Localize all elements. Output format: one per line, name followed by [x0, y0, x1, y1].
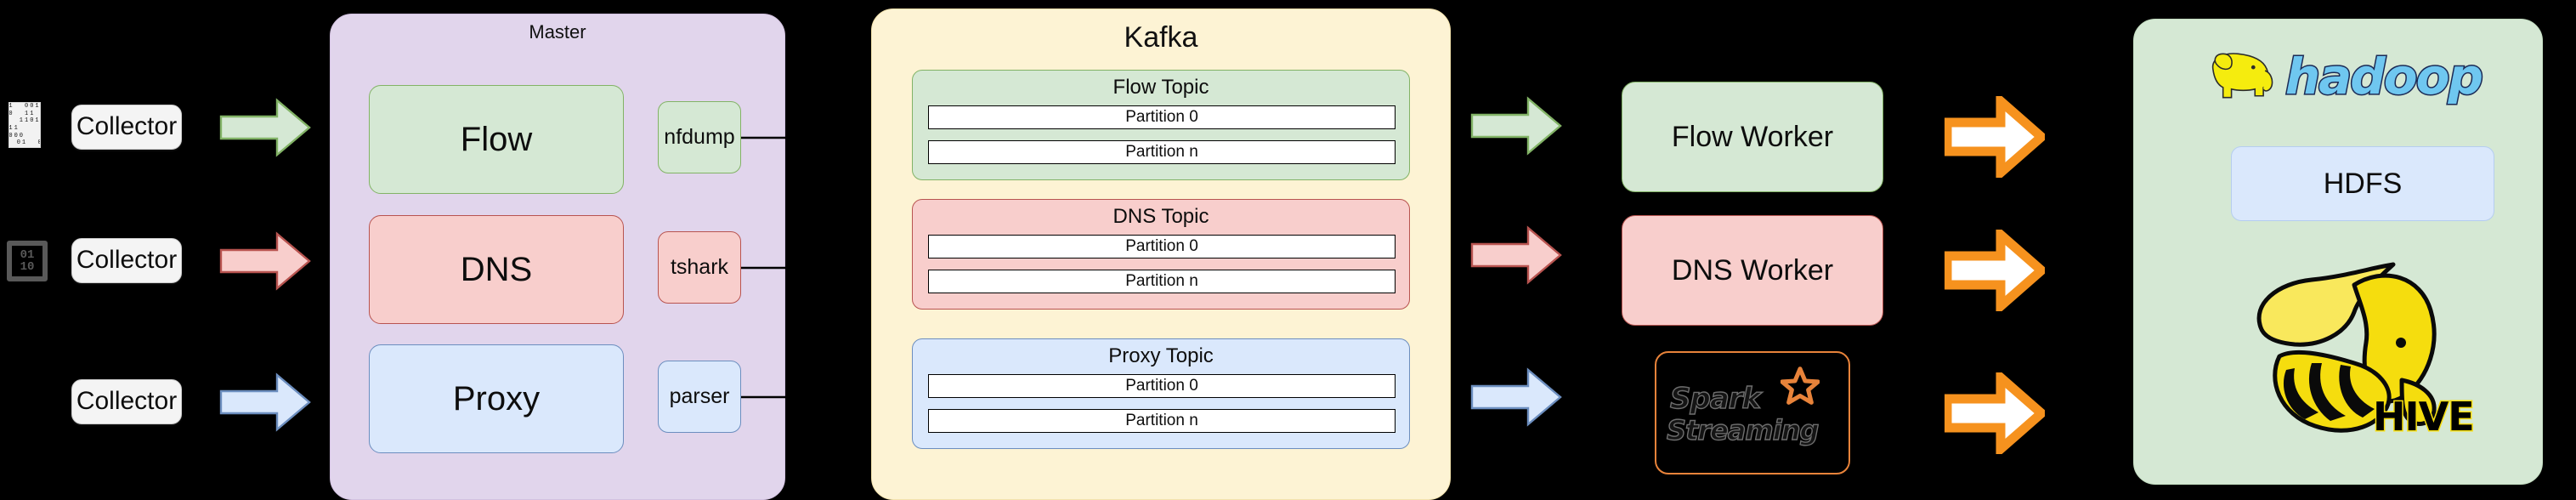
kafka-partition[interactable]: Partition 0 [928, 235, 1396, 259]
arrow-spark-to-storage [1945, 372, 2045, 454]
binary-row: 1101 [8, 117, 41, 125]
hdfs-label: HDFS [2323, 167, 2403, 200]
master-tool-parser[interactable]: parser [658, 361, 741, 433]
arrow-flow-worker-to-storage [1945, 96, 2045, 178]
master-service-label: Flow [460, 120, 533, 158]
collector-box-flow[interactable]: Collector [71, 105, 182, 150]
hive-logo: HIVE [2227, 251, 2499, 463]
binary-frame-icon: 01 10 [7, 241, 48, 281]
master-title: Master [529, 21, 586, 43]
spark-star-icon [1781, 366, 1820, 405]
collector-label: Collector [76, 112, 178, 141]
hive-wordmark: HIVE [2372, 393, 2477, 441]
worker-spark-streaming[interactable]: Spark Streaming [1655, 351, 1850, 474]
arrow-collector-to-proxy [219, 372, 311, 432]
binary-row: 1 001 [8, 103, 41, 111]
collector-label: Collector [76, 246, 178, 275]
arrow-kafka-to-dns-worker [1470, 225, 1562, 285]
collector-label: Collector [76, 387, 178, 416]
collector-box-proxy[interactable]: Collector [71, 379, 182, 424]
kafka-partition[interactable]: Partition 0 [928, 105, 1396, 129]
spark-logo-line2: Streaming [1666, 413, 1820, 446]
kafka-topic-flow: Flow Topic Partition 0 Partition n [912, 70, 1410, 180]
worker-label: Flow Worker [1671, 120, 1834, 153]
arrow-kafka-to-flow-worker [1470, 96, 1562, 156]
master-tool-tshark[interactable]: tshark [658, 231, 741, 304]
hadoop-logo: hadoop [2201, 43, 2485, 111]
worker-label: DNS Worker [1671, 253, 1834, 287]
master-service-label: Proxy [452, 379, 541, 418]
arrow-collector-to-dns [219, 231, 311, 291]
arrow-kafka-to-spark-streaming [1470, 367, 1562, 427]
collector-box-dns[interactable]: Collector [71, 238, 182, 283]
spark-streaming-logo: Spark Streaming [1656, 353, 1848, 473]
master-service-dns[interactable]: DNS [369, 215, 624, 324]
binary-frame-row: 01 [20, 248, 35, 262]
master-tool-label: nfdump [664, 125, 735, 149]
master-tool-nfdump[interactable]: nfdump [658, 101, 741, 173]
spark-logo-line1: Spark [1669, 381, 1762, 416]
kafka-topic-dns: DNS Topic Partition 0 Partition n [912, 199, 1410, 310]
hadoop-elephant-icon [2212, 53, 2273, 99]
kafka-partition[interactable]: Partition 0 [928, 374, 1396, 398]
binary-row: 01 0 [16, 139, 40, 147]
binary-frame-row: 10 [20, 260, 35, 274]
kafka-partition[interactable]: Partition n [928, 270, 1396, 293]
binary-row: 000 [8, 132, 41, 139]
arrow-dns-worker-to-storage [1945, 230, 2045, 311]
binary-row: 11 [8, 125, 41, 132]
binary-row: 0 11 [8, 110, 41, 117]
kafka-topic-title: DNS Topic [1112, 205, 1209, 228]
kafka-partition[interactable]: Partition n [928, 409, 1396, 433]
master-tool-label: parser [669, 384, 730, 408]
worker-dns[interactable]: DNS Worker [1622, 215, 1883, 326]
master-tool-label: tshark [670, 255, 729, 279]
kafka-partition[interactable]: Partition n [928, 140, 1396, 164]
binary-sheet-icon: 01 0 1 001 0 11 1101 11 000 01 0 1 001 [8, 102, 41, 148]
master-service-label: DNS [460, 250, 533, 288]
kafka-topic-title: Proxy Topic [1108, 344, 1214, 367]
worker-flow[interactable]: Flow Worker [1622, 82, 1883, 192]
master-service-flow[interactable]: Flow [369, 85, 624, 194]
arrow-collector-to-flow [219, 98, 311, 157]
kafka-title: Kafka [1124, 21, 1198, 54]
kafka-topic-proxy: Proxy Topic Partition 0 Partition n [912, 338, 1410, 449]
master-service-proxy[interactable]: Proxy [369, 344, 624, 453]
diagram-canvas: 01 0 1 001 0 11 1101 11 000 01 0 1 001 0… [0, 0, 2576, 500]
binary-row: 1 001 [9, 147, 40, 148]
kafka-topic-title: Flow Topic [1112, 76, 1209, 99]
hdfs-box[interactable]: HDFS [2231, 146, 2494, 221]
hadoop-wordmark: hadoop [2284, 48, 2484, 105]
